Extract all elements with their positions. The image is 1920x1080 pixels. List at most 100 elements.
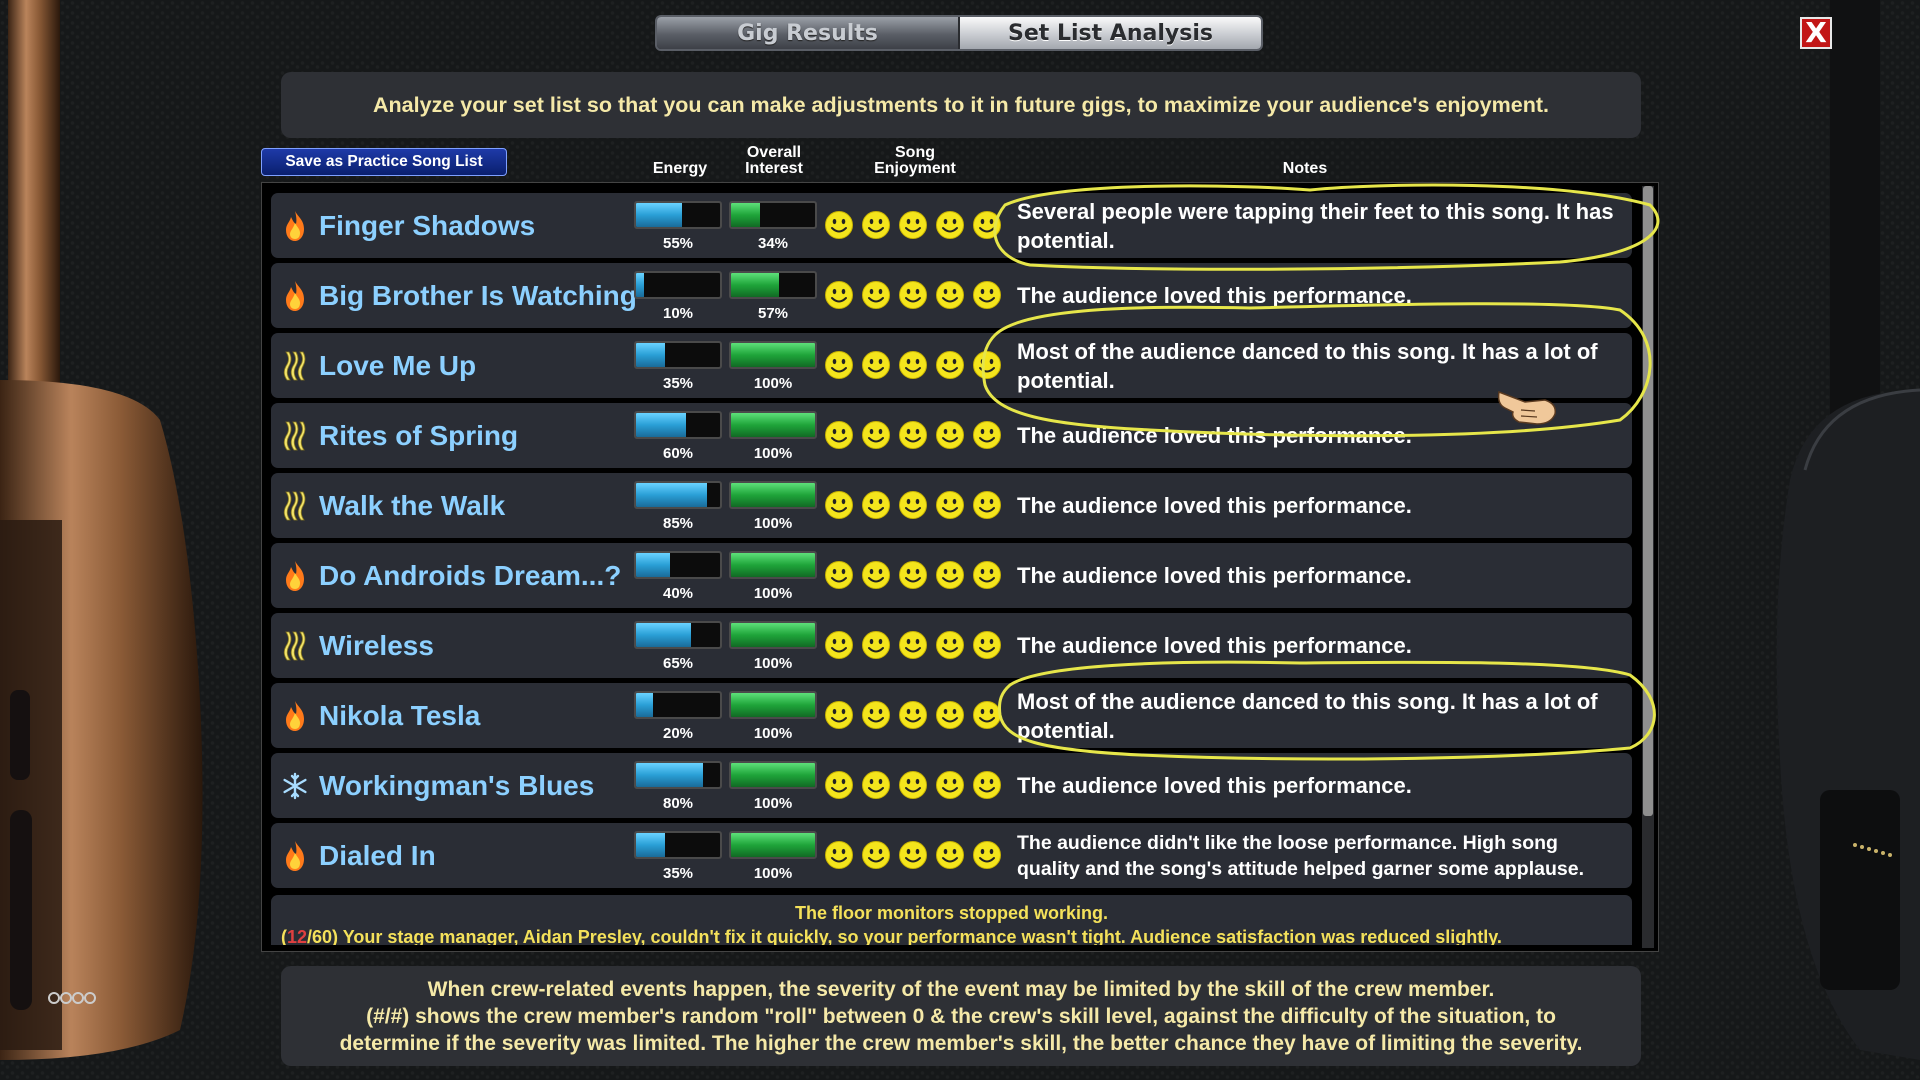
song-row[interactable]: Nikola Tesla 20% 100% Most of the audience …: [271, 683, 1632, 748]
energy-bar-fill: [636, 343, 666, 367]
interest-bar-fill: [731, 693, 815, 717]
smiley-face-icon: [898, 350, 928, 380]
tab-gig-results[interactable]: Gig Results: [657, 17, 960, 49]
smiley-face-icon: [935, 210, 965, 240]
energy-bar-fill: [636, 623, 691, 647]
song-name[interactable]: Wireless: [319, 613, 434, 678]
smiley-face-icon: [898, 280, 928, 310]
interest-bar: [729, 551, 817, 579]
interest-bar-fill: [731, 833, 815, 857]
description-text: Analyze your set list so that you can ma…: [373, 92, 1549, 117]
smiley-face-icon: [861, 490, 891, 520]
electric-guitar-right-image: [1776, 0, 1920, 1060]
song-row[interactable]: Walk the Walk 85% 100% The audience loved t…: [271, 473, 1632, 538]
smiley-face-icon: [824, 630, 854, 660]
event-roll-value: 12: [287, 927, 308, 945]
energy-value: 40%: [662, 585, 694, 602]
tab-set-list-analysis[interactable]: Set List Analysis: [960, 17, 1261, 49]
song-name[interactable]: Love Me Up: [319, 333, 476, 398]
song-row[interactable]: Wireless 65% 100% The audience loved this p…: [271, 613, 1632, 678]
song-note: The audience loved this performance.: [1017, 753, 1622, 818]
energy-value: 10%: [662, 305, 694, 322]
smiley-face-icon: [898, 700, 928, 730]
energy-bar: [634, 481, 722, 509]
smiley-face-icon: [935, 700, 965, 730]
song-row[interactable]: Rites of Spring 60% 100% The audience loved…: [271, 403, 1632, 468]
energy-value: 65%: [662, 655, 694, 672]
song-note-text: The audience loved this performance.: [1017, 423, 1412, 448]
smiley-face-icon: [861, 280, 891, 310]
scrollbar-thumb[interactable]: [1643, 186, 1653, 816]
event-detail-text: Your stage manager, Aidan Presley, could…: [338, 927, 1502, 945]
smiley-face-icon: [935, 350, 965, 380]
energy-bar-fill: [636, 693, 653, 717]
column-header-energy: Energy: [652, 160, 708, 177]
interest-bar: [729, 411, 817, 439]
song-note-text: Most of the audience danced to this song…: [1017, 688, 1598, 743]
energy-bar-fill: [636, 483, 708, 507]
smiley-face-icon: [935, 560, 965, 590]
interest-value: 100%: [753, 515, 793, 532]
interest-value: 100%: [753, 725, 793, 742]
smiley-face-icon: [824, 210, 854, 240]
smiley-face-icon: [824, 700, 854, 730]
interest-bar: [729, 691, 817, 719]
smiley-face-icon: [898, 560, 928, 590]
energy-bar-fill: [636, 553, 670, 577]
event-detail: (12/60) Your stage manager, Aidan Presle…: [281, 927, 1502, 945]
bass-guitar-left-image: [0, 0, 203, 1060]
interest-bar: [729, 341, 817, 369]
song-name[interactable]: Big Brother Is Watching: [319, 263, 637, 328]
smiley-face-icon: [972, 420, 1002, 450]
song-note: The audience loved this performance.: [1017, 613, 1622, 678]
energy-bar-fill: [636, 833, 666, 857]
song-note-text: The audience loved this performance.: [1017, 283, 1412, 308]
fire-icon: [282, 560, 308, 592]
smiley-face-icon: [972, 560, 1002, 590]
column-header-enjoyment-line2: Enjoyment: [874, 160, 956, 177]
song-row[interactable]: Do Androids Dream...? 40% 100% The audience…: [271, 543, 1632, 608]
smiley-face-icon: [935, 770, 965, 800]
smiley-face-icon: [824, 420, 854, 450]
song-row[interactable]: Love Me Up 35% 100% Most of the audience da…: [271, 333, 1632, 398]
close-button[interactable]: X: [1800, 17, 1832, 49]
save-practice-list-button[interactable]: Save as Practice Song List: [261, 148, 507, 176]
smiley-face-icon: [898, 210, 928, 240]
song-row[interactable]: Big Brother Is Watching 10% 57% The audienc…: [271, 263, 1632, 328]
song-name[interactable]: Finger Shadows: [319, 193, 535, 258]
interest-bar-fill: [731, 203, 760, 227]
smiley-face-icon: [861, 350, 891, 380]
song-name[interactable]: Walk the Walk: [319, 473, 505, 538]
song-note: The audience loved this performance.: [1017, 473, 1622, 538]
fire-icon: [282, 840, 308, 872]
interest-value: 57%: [757, 305, 789, 322]
song-name[interactable]: Dialed In: [319, 823, 436, 888]
smiley-face-icon: [861, 560, 891, 590]
crew-info-line-2: (#/#) shows the crew member's random "ro…: [366, 1004, 1556, 1028]
song-row[interactable]: Dialed In 35% 100% The audience didn't like…: [271, 823, 1632, 888]
fire-icon: [282, 280, 308, 312]
song-note-text: Several people were tapping their feet t…: [1017, 198, 1614, 253]
song-note: Several people were tapping their feet t…: [1017, 193, 1622, 258]
waves-icon: [282, 630, 308, 662]
interest-value: 100%: [753, 585, 793, 602]
song-name[interactable]: Rites of Spring: [319, 403, 518, 468]
crew-event-row: The floor monitors stopped working. (12/…: [271, 895, 1632, 945]
interest-bar-fill: [731, 483, 815, 507]
song-row[interactable]: Workingman's Blues 80% 100% The audience lo…: [271, 753, 1632, 818]
song-name[interactable]: Workingman's Blues: [319, 753, 594, 818]
smiley-face-icon: [972, 770, 1002, 800]
interest-bar: [729, 271, 817, 299]
event-title: The floor monitors stopped working.: [795, 903, 1108, 923]
song-name[interactable]: Do Androids Dream...?: [319, 543, 621, 608]
smiley-face-icon: [898, 420, 928, 450]
energy-value: 80%: [662, 795, 694, 812]
energy-bar: [634, 411, 722, 439]
energy-bar: [634, 201, 722, 229]
song-note-text: The audience didn't like the loose perfo…: [1017, 831, 1584, 880]
song-name[interactable]: Nikola Tesla: [319, 683, 480, 748]
event-roll-rest: /60): [307, 927, 339, 945]
smiley-face-icon: [861, 630, 891, 660]
energy-value: 20%: [662, 725, 694, 742]
song-row[interactable]: Finger Shadows 55% 34% Several people were …: [271, 193, 1632, 258]
